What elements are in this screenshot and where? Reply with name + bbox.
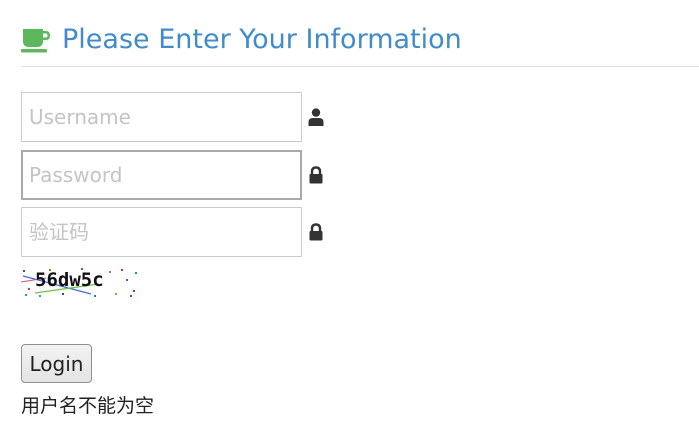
username-input[interactable]: [21, 92, 302, 142]
page-title: Please Enter Your Information: [62, 24, 462, 55]
password-row: [21, 150, 341, 200]
captcha-input[interactable]: [21, 207, 302, 257]
login-page: Please Enter Your Information Username 验…: [0, 0, 699, 448]
captcha-text: 56dw5c: [35, 269, 104, 291]
password-input[interactable]: [21, 150, 302, 200]
captcha-image[interactable]: 56dw5c: [21, 266, 139, 298]
page-header: Please Enter Your Information: [21, 22, 699, 67]
captcha-row: [21, 207, 341, 257]
error-message: 用户名不能为空: [21, 395, 155, 417]
user-icon: [308, 108, 324, 126]
coffee-cup-icon: [21, 29, 50, 53]
login-button[interactable]: Login: [21, 344, 92, 383]
username-row: [21, 92, 341, 142]
lock-icon: [309, 223, 323, 241]
lock-icon: [309, 166, 323, 184]
